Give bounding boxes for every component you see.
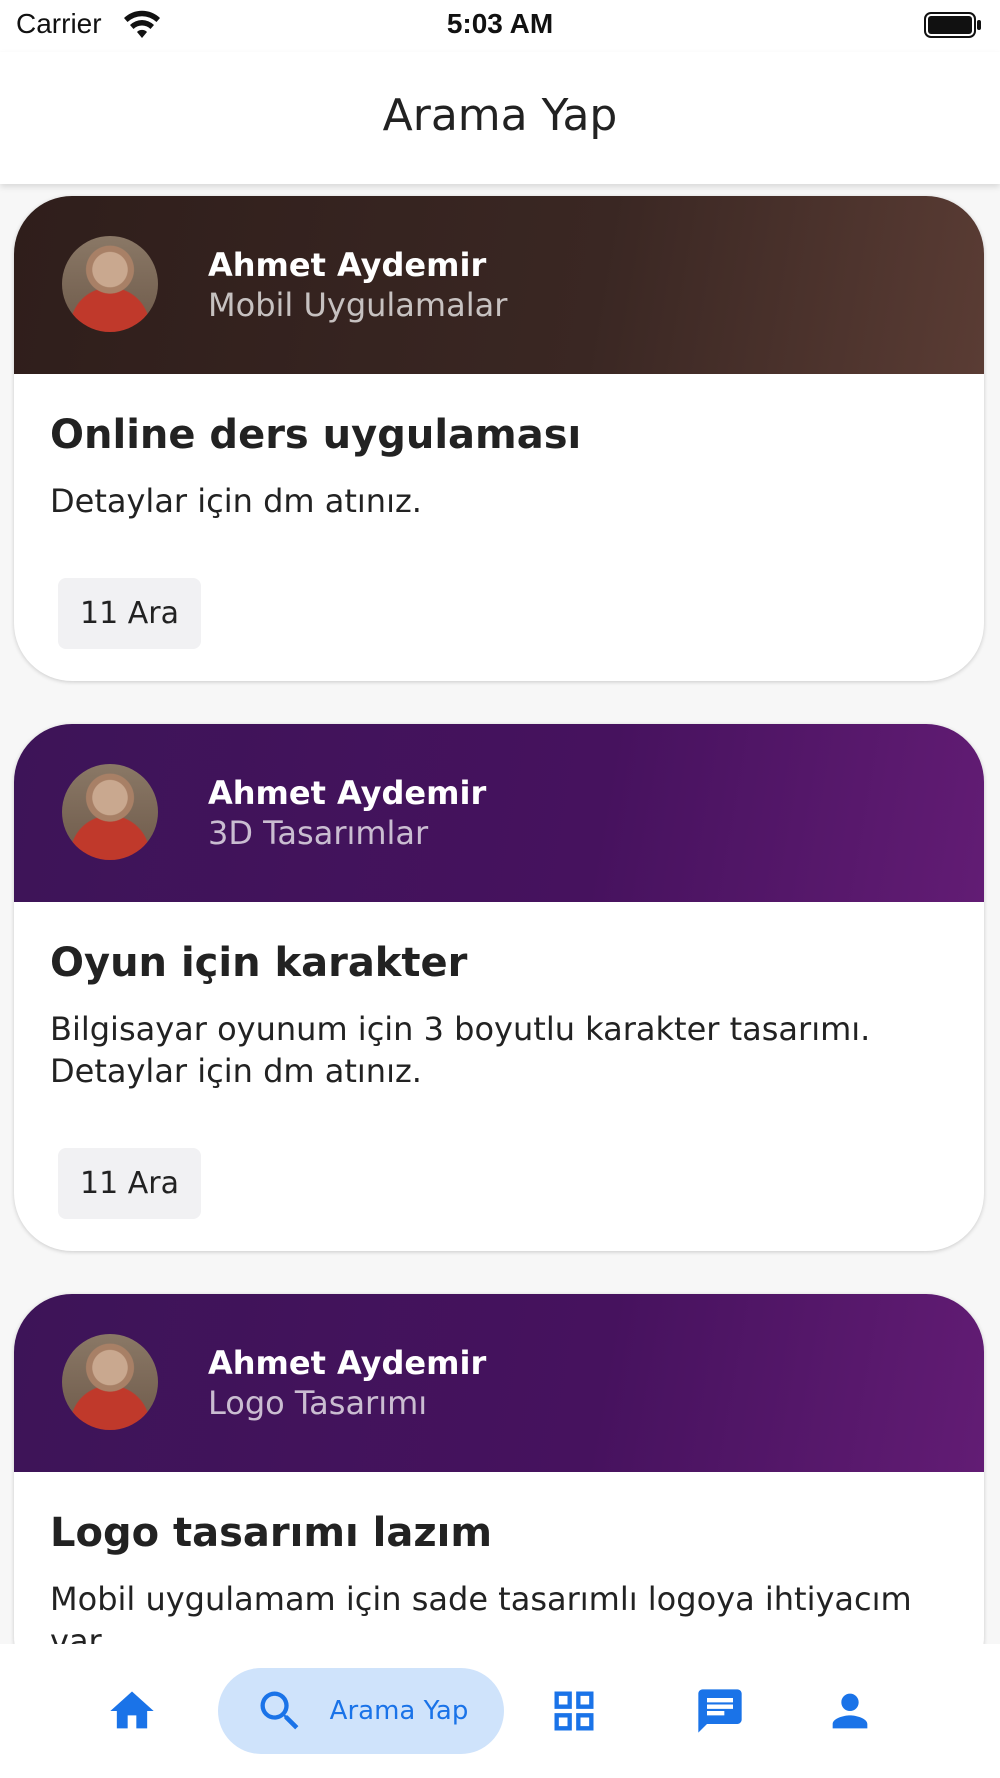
nav-search[interactable]: Arama Yap [218,1668,504,1754]
card-description: Bilgisayar oyunum için 3 boyutlu karakte… [50,1010,871,1090]
job-card[interactable]: Ahmet Aydemir Mobil Uygulamalar Online d… [14,196,984,681]
home-icon [110,1691,154,1729]
nav-search-label: Arama Yap [329,1696,469,1726]
category-label: Mobil Uygulamalar [208,286,508,324]
card-description: Mobil uygulamam için sade tasarımlı logo… [50,1580,912,1644]
page-title: Arama Yap [382,90,618,141]
date-chip: 11 Ara [58,1148,201,1219]
search-icon [260,1691,299,1730]
bottom-nav: Arama Yap [0,1644,1000,1778]
avatar[interactable] [62,764,158,860]
card-title: Logo tasarımı lazım [50,1510,493,1556]
card-description: Detaylar için dm atınız. [50,482,422,520]
person-icon [832,1693,868,1729]
avatar[interactable] [62,236,158,332]
grid-icon [554,1691,594,1731]
card-header: Ahmet Aydemir 3D Tasarımlar [14,724,984,902]
card-title: Oyun için karakter [50,940,468,986]
category-label: Logo Tasarımı [208,1384,428,1422]
nav-categories[interactable] [538,1668,610,1754]
author-name: Ahmet Aydemir [208,246,487,284]
job-card[interactable]: Ahmet Aydemir Logo Tasarımı Logo tasarım… [14,1294,984,1644]
author-name: Ahmet Aydemir [208,1344,487,1382]
author-name: Ahmet Aydemir [208,774,487,812]
nav-messages[interactable] [684,1668,756,1754]
status-bar: Carrier 5:03 AM [0,0,1000,52]
card-title: Online ders uygulaması [50,412,582,458]
date-chip: 11 Ara [58,578,201,649]
card-body: Online ders uygulaması Detaylar için dm … [14,374,984,681]
nav-profile[interactable] [814,1668,886,1754]
job-card[interactable]: Ahmet Aydemir 3D Tasarımlar Oyun için ka… [14,724,984,1251]
category-label: 3D Tasarımlar [208,814,429,852]
battery-icon [924,12,981,38]
card-header: Ahmet Aydemir Mobil Uygulamalar [14,196,984,374]
chat-icon [698,1689,742,1733]
avatar[interactable] [62,1334,158,1430]
nav-home[interactable] [96,1668,168,1754]
app-bar: Arama Yap [0,52,1000,184]
card-body: Logo tasarımı lazım Mobil uygulamam için… [14,1472,984,1644]
card-body: Oyun için karakter Bilgisayar oyunum içi… [14,902,984,1251]
card-header: Ahmet Aydemir Logo Tasarımı [14,1294,984,1472]
clock: 5:03 AM [446,8,554,39]
job-list[interactable]: Ahmet Aydemir Mobil Uygulamalar Online d… [0,184,1000,1644]
